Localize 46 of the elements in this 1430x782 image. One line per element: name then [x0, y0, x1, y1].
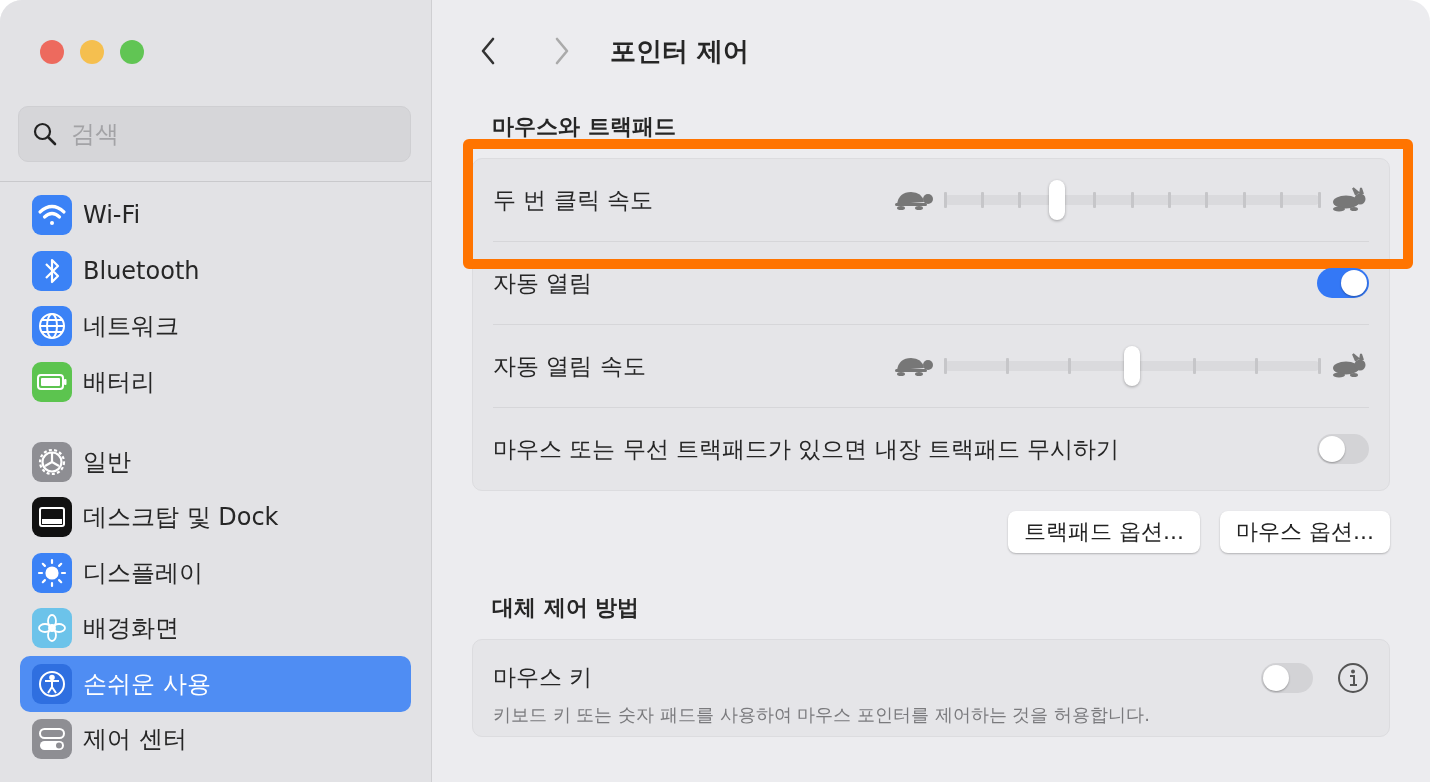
wifi-icon [32, 195, 72, 235]
sidebar-item[interactable]: 디스플레이 [20, 544, 411, 601]
options-button[interactable]: 마우스 옵션... [1220, 511, 1390, 553]
section-title: 대체 제어 방법 [491, 594, 641, 622]
gear-icon [32, 441, 72, 482]
back-icon[interactable] [480, 37, 496, 65]
slider-thumb[interactable] [1049, 180, 1066, 220]
flower-icon [32, 608, 72, 648]
options-button[interactable]: 트랙패드 옵션... [1008, 511, 1200, 553]
globe-icon [32, 306, 72, 346]
sidebar-item[interactable]: 네트워크 [20, 298, 411, 354]
setting-label: 자동 열림 [493, 268, 593, 298]
minimize-window-button[interactable] [80, 40, 104, 64]
setting-label: 자동 열림 속도 [493, 351, 646, 381]
setting-label: 두 번 클릭 속도 [493, 185, 653, 215]
search-icon [32, 121, 58, 147]
forward-icon[interactable] [554, 37, 570, 65]
battery-icon [32, 361, 72, 402]
setting-description: 키보드 키 또는 숫자 패드를 사용하여 마우스 포인터를 제어하는 것을 허용합니다. [493, 703, 1150, 727]
turtle-icon [893, 355, 935, 377]
page-title: 포인터 제어 [610, 34, 750, 68]
info-icon[interactable] [1337, 662, 1369, 694]
setting-label: 마우스 키 [493, 663, 594, 692]
sidebar-item[interactable]: 데스크탑 및 Dock [20, 489, 411, 545]
toggle-switch[interactable] [1261, 663, 1313, 693]
slider-track[interactable] [945, 180, 1319, 220]
setting-label: 마우스 또는 무선 트랙패드가 있으면 내장 트랙패드 무시하기 [493, 434, 1120, 464]
bluetooth-icon [32, 250, 72, 291]
slider-thumb[interactable] [1124, 346, 1140, 386]
slider-track[interactable] [945, 346, 1319, 386]
sidebar-item[interactable]: 제어 센터 [20, 711, 411, 767]
toggle-switch[interactable] [1317, 268, 1369, 298]
zoom-window-button[interactable] [120, 40, 144, 64]
turtle-icon [893, 189, 935, 211]
accessibility-icon [32, 663, 72, 704]
toggle-switch[interactable] [1317, 434, 1369, 464]
sidebar-item[interactable]: Bluetooth [20, 242, 411, 299]
section-title: 마우스와 트랙패드 [491, 113, 677, 141]
dock-icon [32, 497, 72, 537]
sun-icon [32, 552, 72, 593]
sidebar-item[interactable]: 일반 [20, 433, 411, 490]
close-window-button[interactable] [40, 40, 64, 64]
sidebar-item[interactable]: Wi-Fi [20, 187, 411, 243]
sidebar-item[interactable]: 배터리 [20, 353, 411, 410]
switches-icon [32, 719, 72, 759]
sidebar-item[interactable]: 배경화면 [20, 600, 411, 656]
